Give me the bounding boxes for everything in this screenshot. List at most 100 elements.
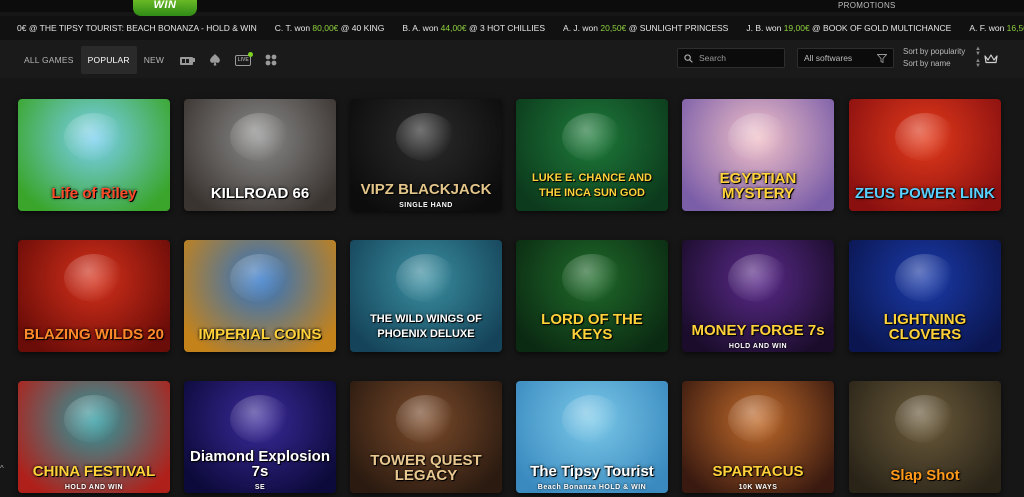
ticker-winner: A. F. won: [969, 23, 1007, 33]
ticker-text: 0€ @ THE TIPSY TOURIST: BEACH BONANZA - …: [17, 23, 257, 33]
game-title: TOWER QUEST LEGACY: [370, 452, 482, 484]
game-tile[interactable]: SPARTACUS 10K WAYS: [682, 381, 834, 493]
game-title: SPARTACUS: [712, 463, 804, 480]
live-icon: LIVE: [235, 51, 254, 66]
game-tile[interactable]: MONEY FORGE 7s HOLD AND WIN: [682, 240, 834, 352]
game-tile[interactable]: ZEUS POWER LINK: [849, 99, 1001, 211]
game-artwork: [396, 254, 456, 302]
game-title: KILLROAD 66: [210, 185, 310, 202]
game-artwork: [396, 395, 456, 443]
ticker-amount: 16,50€: [1006, 23, 1024, 33]
tab-other-games[interactable]: [259, 46, 283, 74]
game-artwork: [895, 395, 955, 443]
ticker-winner: J. B. won: [746, 23, 784, 33]
ticker-item[interactable]: A. F. won 16,50€: [969, 16, 1024, 40]
game-title: MONEY FORGE 7s: [691, 322, 825, 339]
tab-new[interactable]: NEW: [137, 46, 171, 74]
game-artwork: [230, 254, 290, 302]
game-tile[interactable]: Slap Shot: [849, 381, 1001, 493]
tab-table-games[interactable]: [203, 46, 227, 74]
game-artwork: [396, 113, 456, 161]
game-tile[interactable]: THE WILD WINGS OF PHOENIX DELUXE: [350, 240, 502, 352]
game-subtitle: SINGLE HAND: [399, 202, 453, 209]
sort-popularity-label: Sort by popularity: [903, 47, 966, 56]
game-title: IMPERIAL COINS: [198, 326, 322, 343]
sort-by-popularity[interactable]: Sort by popularity ▲ ▼: [903, 46, 981, 58]
game-tile[interactable]: The Tipsy Tourist Beach Bonanza HOLD & WI…: [516, 381, 668, 493]
search-box[interactable]: [677, 48, 785, 68]
search-icon: [684, 53, 693, 63]
game-subtitle: HOLD AND WIN: [64, 484, 124, 491]
game-subtitle: Beach Bonanza HOLD & WIN: [537, 484, 647, 491]
ticker-game: @ SUNLIGHT PRINCESS: [626, 23, 729, 33]
game-tile[interactable]: TOWER QUEST LEGACY: [350, 381, 502, 493]
vip-crown-button[interactable]: [984, 51, 998, 69]
tab-jackpot[interactable]: [175, 46, 199, 74]
game-subtitle: SE: [254, 484, 266, 491]
ticker-item[interactable]: A. J. won 20,50€ @ SUNLIGHT PRINCESS: [563, 16, 728, 40]
game-title: The Tipsy Tourist: [530, 463, 654, 480]
tab-popular[interactable]: POPULAR: [80, 46, 137, 74]
game-artwork: [64, 254, 124, 302]
sort-name-label: Sort by name: [903, 59, 951, 68]
game-tile[interactable]: BLAZING WILDS 20: [18, 240, 170, 352]
game-title: LUKE E. CHANCE AND THE INCA SUN GOD: [532, 172, 652, 199]
game-tile[interactable]: EGYPTIAN MYSTERY: [682, 99, 834, 211]
category-tabs: ALL GAMES POPULAR NEW LIVE: [17, 46, 283, 74]
live-dot-icon: [248, 51, 254, 57]
sort-by-name[interactable]: Sort by name ▲ ▼: [903, 58, 981, 70]
game-title: Slap Shot: [890, 467, 960, 484]
game-artwork: [728, 395, 788, 443]
sort-options: Sort by popularity ▲ ▼ Sort by name ▲ ▼: [903, 46, 981, 70]
game-subtitle: 10K WAYS: [738, 484, 778, 491]
game-title: Life of Riley: [51, 185, 137, 202]
ticker-item[interactable]: 0€ @ THE TIPSY TOURIST: BEACH BONANZA - …: [17, 16, 257, 40]
spade-icon: [210, 54, 221, 66]
ticker-amount: 19,00€: [783, 23, 810, 33]
ticker-amount: 80,00€: [312, 23, 339, 33]
ticker-item[interactable]: C. T. won 80,00€ @ 40 KING: [275, 16, 385, 40]
game-tile[interactable]: LIGHTNING CLOVERS: [849, 240, 1001, 352]
game-tile[interactable]: IMPERIAL COINS: [184, 240, 336, 352]
software-filter-select[interactable]: All softwares: [797, 48, 894, 68]
game-title: VIPZ BLACKJACK: [360, 181, 492, 198]
ticker-item[interactable]: J. B. won 19,00€ @ BOOK OF GOLD MULTICHA…: [746, 16, 951, 40]
tab-all-games[interactable]: ALL GAMES: [17, 46, 81, 74]
scroll-up-icon[interactable]: ^: [0, 464, 8, 474]
ticker-game: @ 40 KING: [338, 23, 385, 33]
game-title: EGYPTIAN MYSTERY: [719, 170, 797, 202]
ticker-amount: 20,50€: [600, 23, 627, 33]
game-subtitle: HOLD AND WIN: [728, 343, 788, 350]
winners-ticker: 0€ @ THE TIPSY TOURIST: BEACH BONANZA - …: [0, 16, 1024, 40]
tab-live-casino[interactable]: LIVE: [231, 46, 255, 74]
promotions-link[interactable]: PROMOTIONS: [838, 1, 896, 10]
sort-arrows-icon: ▲ ▼: [975, 46, 981, 57]
game-tile[interactable]: Diamond Explosion 7s SE: [184, 381, 336, 493]
crown-icon: [984, 54, 998, 64]
game-tile[interactable]: KILLROAD 66: [184, 99, 336, 211]
game-tile[interactable]: VIPZ BLACKJACK SINGLE HAND: [350, 99, 502, 211]
site-logo[interactable]: WIN: [133, 0, 197, 16]
game-title: CHINA FESTIVAL: [32, 463, 156, 480]
search-input[interactable]: [699, 53, 779, 63]
game-title: ZEUS POWER LINK: [855, 185, 996, 202]
game-tile[interactable]: LUKE E. CHANCE AND THE INCA SUN GOD: [516, 99, 668, 211]
game-artwork: [562, 254, 622, 302]
game-artwork: [895, 113, 955, 161]
ticker-winner: B. A. won: [402, 23, 441, 33]
game-artwork: [230, 395, 290, 443]
ticker-game: @ BOOK OF GOLD MULTICHANCE: [809, 23, 952, 33]
ticker-game: @ 3 HOT CHILLIES: [466, 23, 546, 33]
game-tile[interactable]: LORD OF THE KEYS: [516, 240, 668, 352]
top-bar: WIN PROMOTIONS: [0, 0, 1024, 16]
game-tile[interactable]: Life of Riley: [18, 99, 170, 211]
game-artwork: [64, 113, 124, 161]
game-tile[interactable]: CHINA FESTIVAL HOLD AND WIN: [18, 381, 170, 493]
game-title: Diamond Explosion 7s: [190, 448, 331, 480]
game-title: LIGHTNING CLOVERS: [883, 311, 967, 343]
game-artwork: [728, 254, 788, 302]
logo-text: WIN: [153, 0, 177, 11]
sort-arrows-icon: ▲ ▼: [975, 58, 981, 69]
ticker-item[interactable]: B. A. won 44,00€ @ 3 HOT CHILLIES: [402, 16, 545, 40]
game-title: BLAZING WILDS 20: [24, 326, 165, 343]
